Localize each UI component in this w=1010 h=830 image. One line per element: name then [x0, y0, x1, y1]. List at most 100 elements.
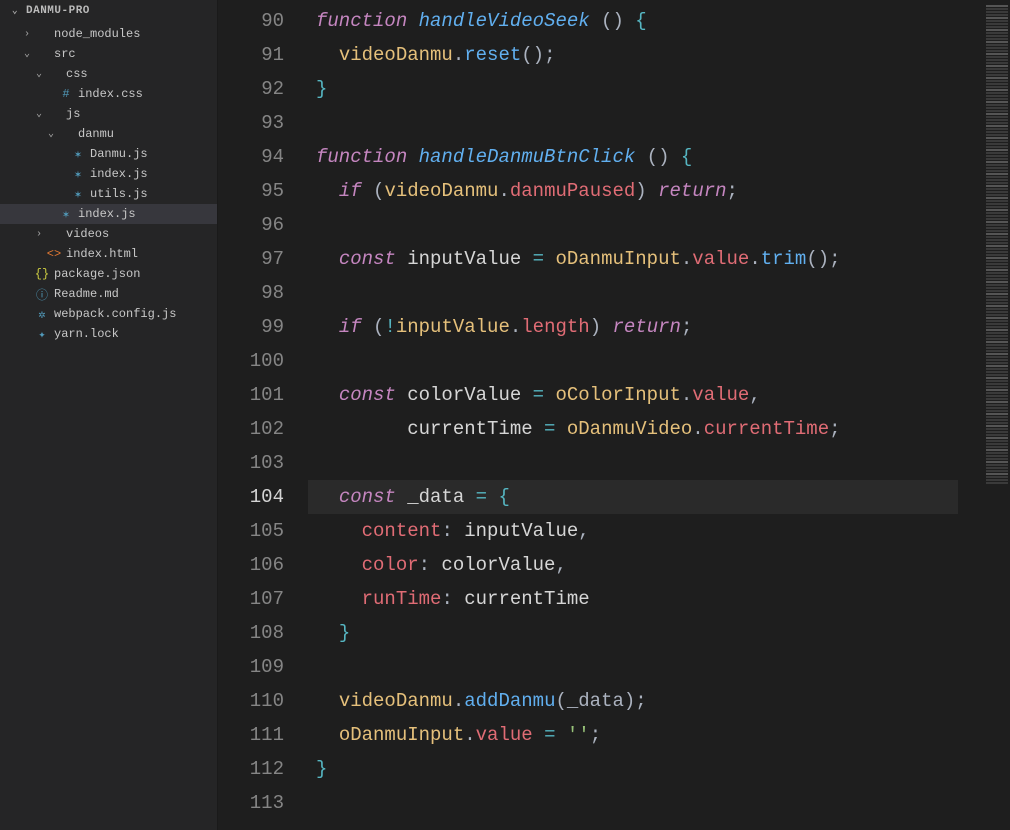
code-line[interactable]: currentTime = oDanmuVideo.currentTime; [316, 412, 984, 446]
chevron-down-icon[interactable]: ⌄ [20, 48, 34, 60]
minimap-line [986, 371, 1008, 373]
minimap-line [986, 305, 1008, 307]
folder-node-modules[interactable]: ›node_modules [0, 24, 217, 44]
line-number: 111 [218, 718, 308, 752]
code-line[interactable]: if (!inputValue.length) return; [316, 310, 984, 344]
minimap-line [986, 332, 1008, 334]
code-line[interactable] [316, 344, 984, 378]
minimap-line [986, 317, 1008, 319]
code-line[interactable]: const colorValue = oColorInput.value, [316, 378, 984, 412]
code-line[interactable]: const _data = { [316, 480, 984, 514]
minimap-line [986, 434, 1008, 436]
chevron-right-icon[interactable]: › [20, 29, 34, 40]
js-icon: ✶ [70, 147, 86, 162]
minimap-line [986, 278, 1008, 280]
code-line[interactable]: } [316, 616, 984, 650]
code-line[interactable] [316, 276, 984, 310]
minimap-line [986, 236, 1008, 238]
code-line[interactable] [316, 786, 984, 820]
code-line[interactable]: videoDanmu.addDanmu(_data); [316, 684, 984, 718]
folder-videos[interactable]: ›videos [0, 224, 217, 244]
chevron-down-icon[interactable]: ⌄ [32, 108, 46, 120]
minimap-line [986, 62, 1008, 64]
line-number: 90 [218, 4, 308, 38]
code-line[interactable]: content: inputValue, [316, 514, 984, 548]
minimap-line [986, 113, 1008, 115]
minimap-line [986, 101, 1008, 103]
line-number: 99 [218, 310, 308, 344]
minimap-line [986, 275, 1008, 277]
minimap-line [986, 29, 1008, 31]
code-line[interactable]: function handleVideoSeek () { [316, 4, 984, 38]
tree-item-label: js [66, 107, 80, 121]
code-line[interactable]: runTime: currentTime [316, 582, 984, 616]
file-readme-md[interactable]: ⓘReadme.md [0, 284, 217, 304]
file-js-index-js[interactable]: ✶index.js [0, 204, 217, 224]
code-line[interactable] [316, 208, 984, 242]
chevron-down-icon[interactable]: ⌄ [32, 68, 46, 80]
file-danmu-index-js[interactable]: ✶index.js [0, 164, 217, 184]
minimap-line [986, 428, 1008, 430]
line-number: 92 [218, 72, 308, 106]
code-area[interactable]: function handleVideoSeek () { videoDanmu… [308, 0, 984, 830]
file-index-css[interactable]: #index.css [0, 84, 217, 104]
tree-item-label: src [54, 47, 76, 61]
minimap-line [986, 191, 1008, 193]
code-line[interactable]: function handleDanmuBtnClick () { [316, 140, 984, 174]
minimap-line [986, 380, 1008, 382]
minimap-line [986, 71, 1008, 73]
minimap-line [986, 35, 1008, 37]
code-line[interactable]: color: colorValue, [316, 548, 984, 582]
minimap-line [986, 215, 1008, 217]
code-line[interactable]: videoDanmu.reset(); [316, 38, 984, 72]
file-webpack-config[interactable]: ✲webpack.config.js [0, 304, 217, 324]
code-line[interactable] [316, 446, 984, 480]
file-explorer-sidebar: ⌄ DANMU-PRO ›node_modules ⌄ src ⌄css#index.… [0, 0, 218, 830]
folder-css[interactable]: ⌄css [0, 64, 217, 84]
minimap-line [986, 224, 1008, 226]
file-index-html[interactable]: <> index.html [0, 244, 217, 264]
project-header[interactable]: ⌄ DANMU-PRO [0, 0, 217, 22]
minimap-line [986, 194, 1008, 196]
code-editor[interactable]: 9091929394959697989910010110210310410510… [218, 0, 1010, 830]
folder-danmu[interactable]: ⌄danmu [0, 124, 217, 144]
js-icon: ✶ [70, 167, 86, 182]
code-line[interactable]: oDanmuInput.value = ''; [316, 718, 984, 752]
minimap-line [986, 203, 1008, 205]
chevron-down-icon[interactable]: ⌄ [44, 128, 58, 140]
line-number: 110 [218, 684, 308, 718]
minimap-line [986, 476, 1008, 478]
tree-item-label: index.html [66, 247, 138, 261]
folder-js[interactable]: ⌄ js [0, 104, 217, 124]
chevron-right-icon[interactable]: › [32, 229, 46, 240]
minimap[interactable] [984, 0, 1010, 830]
folder-src[interactable]: ⌄ src [0, 44, 217, 64]
code-line[interactable]: const inputValue = oDanmuInput.value.tri… [316, 242, 984, 276]
minimap-line [986, 446, 1008, 448]
code-line[interactable] [316, 650, 984, 684]
minimap-line [986, 206, 1008, 208]
minimap-line [986, 80, 1008, 82]
minimap-line [986, 473, 1008, 475]
minimap-line [986, 284, 1008, 286]
code-line[interactable]: } [316, 752, 984, 786]
minimap-line [986, 377, 1008, 379]
file-danmu-js[interactable]: ✶Danmu.js [0, 144, 217, 164]
code-line[interactable]: } [316, 72, 984, 106]
minimap-line [986, 77, 1008, 79]
file-utils-js[interactable]: ✶utils.js [0, 184, 217, 204]
minimap-line [986, 20, 1008, 22]
code-line[interactable]: if (videoDanmu.danmuPaused) return; [316, 174, 984, 208]
html-icon: <> [46, 247, 62, 261]
minimap-line [986, 374, 1008, 376]
line-number: 97 [218, 242, 308, 276]
minimap-line [986, 245, 1008, 247]
minimap-line [986, 176, 1008, 178]
minimap-line [986, 410, 1008, 412]
file-package-json[interactable]: {}package.json [0, 264, 217, 284]
minimap-line [986, 26, 1008, 28]
file-yarn-lock[interactable]: ✦yarn.lock [0, 324, 217, 344]
code-line[interactable] [316, 106, 984, 140]
minimap-line [986, 251, 1008, 253]
minimap-line [986, 92, 1008, 94]
